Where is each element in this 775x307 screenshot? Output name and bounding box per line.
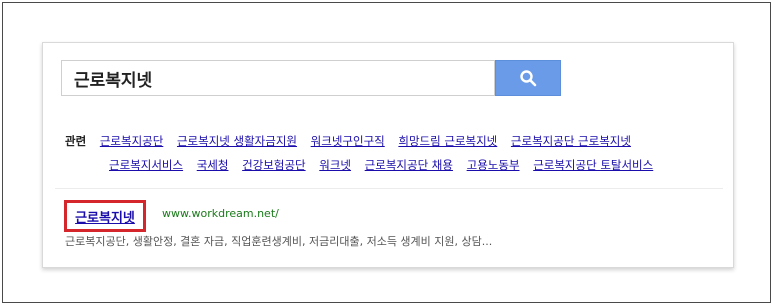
related-link[interactable]: 근로복지공단 채용 xyxy=(365,158,453,172)
related-link[interactable]: 근로복지공단 근로복지넷 xyxy=(511,134,631,148)
related-link[interactable]: 근로복지공단 토탈서비스 xyxy=(533,158,653,172)
search-card: 관련 근로복지공단 근로복지넷 생활자금지원 워크넷구인구직 희망드림 근로복지… xyxy=(42,42,734,268)
related-label: 관련 xyxy=(65,134,87,148)
result-title-highlight: 근로복지넷 xyxy=(64,200,146,232)
related-link[interactable]: 근로복지넷 생활자금지원 xyxy=(177,134,297,148)
related-link[interactable]: 희망드림 근로복지넷 xyxy=(398,134,497,148)
result-title-link[interactable]: 근로복지넷 xyxy=(75,207,135,226)
related-link[interactable]: 근로복지서비스 xyxy=(109,158,183,172)
divider xyxy=(55,188,723,189)
related-link[interactable]: 건강보험공단 xyxy=(242,158,305,172)
magnifier-icon xyxy=(520,70,537,87)
search-input-container[interactable] xyxy=(61,60,495,96)
search-button[interactable] xyxy=(495,60,561,96)
related-line-2: 근로복지서비스 국세청 건강보험공단 워크넷 근로복지공단 채용 고용노동부 근… xyxy=(65,153,725,177)
search-input[interactable] xyxy=(72,67,494,89)
result-url: www.workdream.net/ xyxy=(162,207,279,220)
result-snippet: 근로복지공단, 생활안정, 결혼 자금, 직업훈련생계비, 저금리대출, 저소득… xyxy=(65,235,493,248)
related-line-1: 관련 근로복지공단 근로복지넷 생활자금지원 워크넷구인구직 희망드림 근로복지… xyxy=(65,129,725,153)
related-searches: 관련 근로복지공단 근로복지넷 생활자금지원 워크넷구인구직 희망드림 근로복지… xyxy=(65,129,725,177)
related-link[interactable]: 워크넷 xyxy=(319,158,351,172)
related-link[interactable]: 국세청 xyxy=(197,158,229,172)
related-link[interactable]: 워크넷구인구직 xyxy=(311,134,385,148)
related-link[interactable]: 고용노동부 xyxy=(467,158,520,172)
related-link[interactable]: 근로복지공단 xyxy=(100,134,163,148)
